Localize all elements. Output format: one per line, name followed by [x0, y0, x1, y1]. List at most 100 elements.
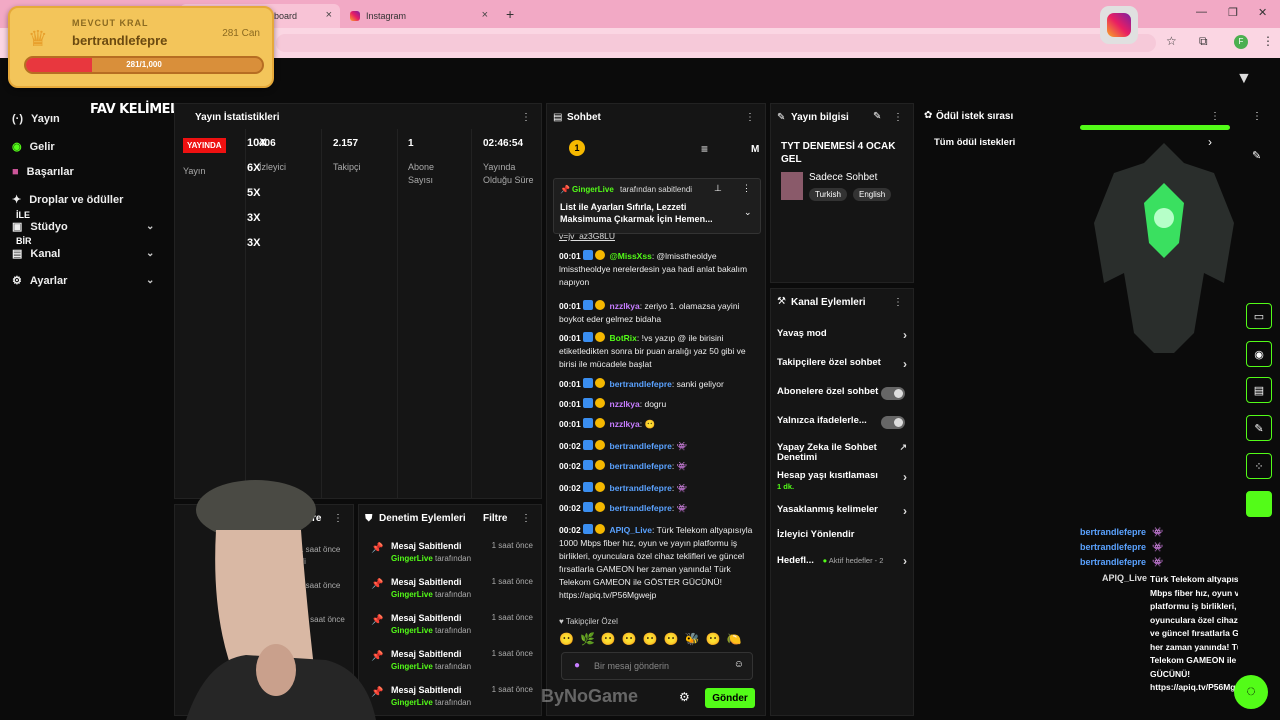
sidebar-item-kanal[interactable]: ▤ Kanal ⌄ — [12, 247, 154, 261]
emoji-icon[interactable]: ☺ — [734, 659, 744, 670]
chat-message[interactable]: 00:01 BotRix: !vs yazıp @ ile birisini e… — [559, 332, 759, 371]
channel-icon: ▤ — [12, 248, 23, 260]
sidebar-item-ayarlar[interactable]: ⚙ Ayarlar ⌄ — [12, 274, 154, 288]
nodes-icon[interactable]: ⁘ — [1246, 453, 1272, 479]
channel-action-item[interactable]: Takipçilere özel sohbet › — [777, 357, 909, 371]
moderation-actions-panel: Denetim Eylemleri ⛊ Filtre ⋮ 📌 Mesaj Sabi… — [358, 504, 542, 716]
channel-action-item[interactable]: Hedefl... ● Aktif hedefler - 2 › — [777, 554, 909, 568]
sort-icon[interactable]: ≡ — [701, 142, 708, 156]
channel-action-item[interactable]: Hesap yaşı kısıtlaması 1 dk. › — [777, 470, 909, 491]
kick-app-icon[interactable] — [1246, 491, 1272, 517]
chat-message[interactable]: 00:02 APIQ_Live: Türk Telekom altyapısıy… — [559, 524, 759, 602]
chat-message[interactable]: 00:01 nzzlkya: 😶 — [559, 418, 759, 431]
chat-message[interactable]: 00:01 nzzlkya: dogru — [559, 398, 759, 411]
chevron-down-icon[interactable]: ⌄ — [744, 207, 752, 218]
more-icon[interactable]: ⋮ — [1252, 111, 1262, 122]
gift-icon: ✦ — [12, 194, 22, 206]
badge-icon — [583, 250, 594, 260]
chat-message[interactable]: 00:02 bertrandlefepre: 👾 — [559, 502, 759, 515]
mod-action-time: 1 saat önce — [491, 685, 533, 694]
message-user[interactable]: nzzlkya — [610, 399, 640, 409]
more-icon[interactable]: ⋮ — [742, 183, 751, 194]
message-user[interactable]: bertrandlefepre — [610, 379, 672, 389]
message-user[interactable]: bertrandlefepre — [610, 483, 672, 493]
all-rewards-link[interactable]: Tüm ödül istekleri — [934, 137, 1015, 148]
channel-action-label: Hesap yaşı kısıtlaması — [777, 470, 878, 481]
channel-action-item[interactable]: Yavaş mod › — [777, 328, 909, 342]
new-tab-button[interactable]: + — [506, 6, 514, 22]
chat-message[interactable]: 00:02 bertrandlefepre: 👾 — [559, 482, 759, 495]
trophy-icon: ■ — [12, 166, 19, 178]
message-user[interactable]: bertrandlefepre — [610, 461, 672, 471]
maximize-icon[interactable]: ❐ — [1228, 6, 1238, 19]
chat-link[interactable]: v=jv_az3G8LU — [559, 231, 615, 241]
edit-layout-icon[interactable]: ✎ — [1252, 149, 1261, 162]
close-tab-icon[interactable]: × — [482, 9, 488, 21]
profile-avatar[interactable]: F — [1234, 35, 1248, 49]
mic-icon[interactable]: ● — [574, 660, 580, 671]
more-icon[interactable]: ⋮ — [893, 297, 903, 308]
minimize-icon[interactable]: — — [1196, 6, 1207, 18]
message-user[interactable]: bertrandlefepre — [610, 503, 672, 513]
chat-message[interactable]: 00:01 bertrandlefepre: sanki geliyor — [559, 378, 759, 391]
channel-action-item[interactable]: İzleyici Yönlendir — [777, 530, 909, 540]
kick-logo-icon[interactable]: ▼ — [1236, 70, 1252, 88]
edit-icon[interactable]: ✎ — [873, 111, 881, 122]
sidebar-item-basarilar[interactable]: ■ Başarılar — [12, 166, 74, 178]
chat-message[interactable]: 00:02 bertrandlefepre: 👾 — [559, 460, 759, 473]
tag[interactable]: English — [853, 188, 892, 201]
message-user[interactable]: nzzlkya — [610, 419, 640, 429]
tab-instagram[interactable]: Instagram × — [344, 4, 496, 28]
tag[interactable]: Turkish — [809, 188, 847, 201]
more-icon[interactable]: ⋮ — [893, 112, 903, 123]
channel-action-label: Hedefl... — [777, 555, 814, 566]
send-button[interactable]: Gönder — [705, 688, 755, 708]
chat-message[interactable]: 00:01 nzzlkya: zeriyo 1. olamazsa yayini… — [559, 300, 759, 326]
more-icon[interactable]: ⋮ — [521, 112, 531, 123]
stat-subs: 1 Abone Sayısı — [408, 138, 435, 185]
wrench-icon[interactable]: ✎ — [1246, 415, 1272, 441]
panel-title: Yayın bilgisi — [791, 112, 849, 123]
emote-row[interactable]: 😶🌿😶😶😶😶🐝😶🍋 — [559, 632, 747, 646]
current-king-widget: ♛ MEVCUT KRAL bertrandlefepre 281 Can 28… — [8, 6, 274, 88]
extensions-icon[interactable]: ⧉ — [1199, 34, 1208, 49]
layout-icon[interactable]: ▤ — [1246, 377, 1272, 403]
channel-action-label: Abonelere özel sohbet — [777, 386, 879, 397]
broadcast-toggle-icon[interactable]: ◉ — [1246, 341, 1272, 367]
sidebar-item-droplar[interactable]: ✦ Droplar ve ödüller — [12, 193, 123, 207]
channel-action-item[interactable]: Yapay Zeka ile Sohbet Denetimi ↗ — [777, 442, 909, 463]
channel-action-item[interactable]: Abonelere özel sohbet — [777, 386, 909, 400]
browser-menu-icon[interactable]: ⋮ — [1262, 34, 1274, 48]
message-user[interactable]: nzzlkya — [610, 301, 640, 311]
settings-icon[interactable]: ⚙ — [679, 690, 690, 704]
channel-action-item[interactable]: Yasaklanmış kelimeler › — [777, 504, 909, 518]
bookmark-star-icon[interactable]: ☆ — [1166, 34, 1177, 48]
message-user[interactable]: @MissXss — [610, 251, 652, 261]
more-icon[interactable]: ⋮ — [521, 513, 531, 524]
sidebar-item-studyo[interactable]: ▣ Stüdyo ⌄ — [12, 220, 154, 234]
message-user[interactable]: BotRix — [610, 333, 637, 343]
chat-toggle-icon[interactable]: ▭ — [1246, 303, 1272, 329]
chat-input[interactable]: ● Bir mesaj gönderin ☺ — [561, 652, 753, 680]
url-field[interactable] — [276, 34, 1156, 52]
filter-button[interactable]: Filtre — [483, 513, 507, 524]
chat-message[interactable]: 00:02 bertrandlefepre: 👾 — [559, 440, 759, 453]
sidebar-item-yayin[interactable]: (·) Yayın — [12, 113, 60, 125]
more-icon[interactable]: ⋮ — [745, 112, 755, 123]
close-tab-icon[interactable]: × — [326, 9, 332, 21]
unpin-icon[interactable]: ⊥ — [714, 183, 722, 194]
chat-message[interactable]: 00:01 @MissXss: @lmisstheoldye lmisstheo… — [559, 250, 759, 289]
channel-action-label: İzleyici Yönlendir — [777, 529, 855, 540]
message-user[interactable]: bertrandlefepre — [610, 441, 672, 451]
toggle-switch[interactable] — [881, 387, 905, 400]
more-icon[interactable]: ⋮ — [1210, 111, 1220, 122]
mod-action-title: Mesaj Sabitlendi — [391, 541, 462, 551]
toggle-switch[interactable] — [881, 416, 905, 429]
live-badge: YAYINDA — [183, 138, 226, 153]
channel-action-item[interactable]: Yalnızca ifadelerle... — [777, 416, 909, 429]
support-chat-icon[interactable]: ◌ — [1234, 675, 1268, 709]
pinned-message[interactable]: 📌 GingerLive tarafından sabitlendi ⊥ ⋮ L… — [553, 178, 761, 234]
sidebar-item-gelir[interactable]: ◉ Gelir — [12, 140, 55, 154]
message-user[interactable]: APIQ_Live — [610, 525, 653, 535]
close-window-icon[interactable]: ✕ — [1258, 6, 1267, 19]
